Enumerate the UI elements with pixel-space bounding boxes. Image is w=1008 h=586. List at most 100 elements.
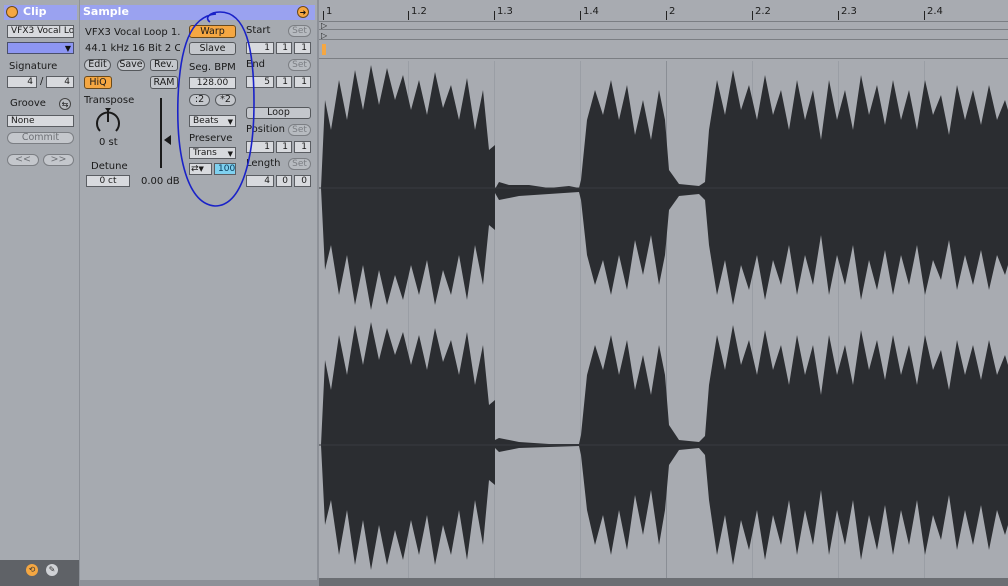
clip-title: Clip	[23, 5, 47, 18]
groove-field[interactable]: None	[7, 115, 74, 127]
start-marker-row[interactable]: ▷	[319, 22, 1008, 30]
length-beat-field[interactable]: 0	[276, 175, 292, 187]
tick-label: 1.3	[497, 6, 513, 17]
groove-hotswap-icon[interactable]: ⇆	[59, 98, 71, 110]
sample-info: 44.1 kHz 16 Bit 2 Ch	[85, 43, 180, 54]
signature-label: Signature	[9, 61, 58, 72]
start-beat-field[interactable]: 1	[276, 42, 292, 54]
edit-button[interactable]: Edit	[84, 59, 111, 71]
envelope-percent-field[interactable]: 100	[214, 163, 236, 175]
start-marker-icon[interactable]: ▷	[321, 22, 327, 30]
length-bar-field[interactable]: 4	[246, 175, 274, 187]
loop-mode-icon: ⇄	[191, 164, 199, 174]
position-sixteenth-field[interactable]: 1	[294, 141, 311, 153]
waveform-area[interactable]: 1 1.2 1.3 1.4 2 2.2 2.3 2.4 ▷ ▷	[319, 0, 1008, 586]
end-marker-row[interactable]: ▷	[319, 31, 1008, 40]
tick-label: 1	[326, 6, 333, 17]
tick-label: 2.4	[927, 6, 943, 17]
position-beat-field[interactable]: 1	[276, 141, 292, 153]
tick-mark	[924, 11, 925, 20]
sample-filename: VFX3 Vocal Loop 1.	[85, 27, 180, 38]
horizontal-scrollbar[interactable]	[319, 578, 1008, 586]
end-bar-field[interactable]: 5	[246, 76, 274, 88]
envelope-view-icon[interactable]: ✎	[46, 564, 58, 576]
tick-mark	[323, 11, 324, 20]
slave-button[interactable]: Slave	[189, 42, 236, 55]
chevron-down-icon: ▼	[64, 44, 71, 53]
warp-mode-dropdown[interactable]: Beats ▼	[189, 115, 236, 127]
start-set-button[interactable]: Set	[288, 25, 311, 37]
preserve-label: Preserve	[189, 133, 233, 144]
tick-label: 1.4	[583, 6, 599, 17]
timeline-ruler[interactable]: 1 1.2 1.3 1.4 2 2.2 2.3 2.4	[319, 0, 1008, 22]
warp-button[interactable]: Warp	[189, 25, 236, 38]
transpose-value: 0 st	[99, 137, 118, 148]
tick-mark	[580, 11, 581, 20]
tick-mark	[408, 11, 409, 20]
chevron-down-icon: ▼	[227, 118, 233, 126]
tick-mark	[494, 11, 495, 20]
detune-field[interactable]: 0 ct	[86, 175, 130, 187]
signature-numerator[interactable]: 4	[7, 76, 37, 88]
tick-mark	[752, 11, 753, 20]
waveform	[319, 65, 1008, 570]
clip-view-icon[interactable]: ⟲	[26, 564, 38, 576]
end-beat-field[interactable]: 1	[276, 76, 292, 88]
loop-marker-icon[interactable]: ▷	[321, 31, 327, 40]
preserve-value: Trans	[193, 148, 217, 158]
length-set-button[interactable]: Set	[288, 158, 311, 170]
gain-value: 0.00 dB	[141, 176, 180, 187]
preserve-dropdown[interactable]: Trans ▼	[189, 147, 236, 159]
segbpm-field[interactable]: 128.00	[189, 77, 236, 89]
groove-label: Groove	[10, 98, 46, 109]
clip-color-dropdown[interactable]: ▼	[7, 42, 74, 54]
end-set-button[interactable]: Set	[288, 59, 311, 71]
warp-mode-value: Beats	[193, 116, 219, 126]
clip-activator-icon[interactable]	[6, 6, 18, 18]
tick-mark	[838, 11, 839, 20]
signature-separator: /	[40, 76, 44, 87]
loop-mode-dropdown[interactable]: ⇄▼	[189, 163, 212, 175]
end-label: End	[246, 59, 266, 70]
start-sixteenth-field[interactable]: 1	[294, 42, 311, 54]
start-bar-field[interactable]: 1	[246, 42, 274, 54]
clip-panel: Clip VFX3 Vocal Lo ▼ Signature 4 / 4 Gro…	[0, 0, 79, 586]
position-set-button[interactable]: Set	[288, 124, 311, 136]
end-sixteenth-field[interactable]: 1	[294, 76, 311, 88]
tick-label: 2.3	[841, 6, 857, 17]
commit-button[interactable]: Commit	[7, 132, 74, 144]
prev-clip-button[interactable]: <<	[7, 154, 39, 166]
chevron-down-icon: ▼	[198, 165, 204, 173]
segbpm-label: Seg. BPM	[189, 62, 236, 73]
transpose-knob[interactable]	[93, 107, 123, 137]
tick-mark	[666, 11, 667, 20]
arrow-right-icon[interactable]: ➜	[297, 6, 309, 18]
sample-header: Sample ➜	[80, 5, 315, 20]
position-bar-field[interactable]: 1	[246, 141, 274, 153]
gain-slider-track[interactable]	[160, 98, 162, 168]
next-clip-button[interactable]: >>	[43, 154, 74, 166]
detune-label: Detune	[91, 161, 128, 172]
hiq-button[interactable]: HiQ	[84, 76, 112, 89]
warp-marker[interactable]	[322, 44, 326, 55]
waveform-channel-right	[321, 322, 1008, 570]
clip-header: Clip	[4, 5, 77, 20]
sample-title: Sample	[83, 5, 129, 18]
start-label: Start	[246, 25, 271, 36]
length-label: Length	[246, 158, 281, 169]
save-button[interactable]: Save	[117, 59, 145, 71]
double-tempo-button[interactable]: *2	[215, 94, 236, 106]
clip-name-field[interactable]: VFX3 Vocal Lo	[7, 25, 74, 38]
length-sixteenth-field[interactable]: 0	[294, 175, 311, 187]
transpose-label: Transpose	[84, 95, 135, 106]
position-label: Position	[246, 124, 285, 135]
reverse-button[interactable]: Rev.	[150, 59, 178, 71]
warp-marker-row[interactable]	[319, 41, 1008, 59]
loop-button[interactable]: Loop	[246, 107, 311, 119]
half-tempo-button[interactable]: :2	[189, 94, 210, 106]
clip-panel-footer: ⟲ ✎	[0, 560, 79, 586]
sample-panel: Sample ➜ VFX3 Vocal Loop 1. 44.1 kHz 16 …	[80, 0, 317, 580]
signature-denominator[interactable]: 4	[46, 76, 74, 88]
ram-button[interactable]: RAM	[150, 76, 178, 89]
gain-slider-handle[interactable]	[164, 135, 171, 145]
